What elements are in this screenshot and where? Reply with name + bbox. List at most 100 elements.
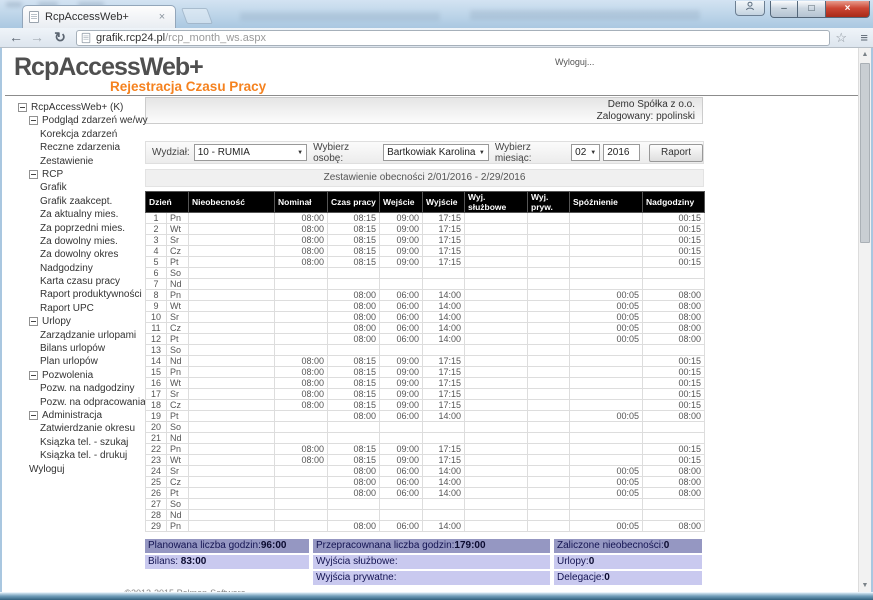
table-row: 10Sr08:0006:0014:0000:0508:00 <box>146 312 705 323</box>
table-cell: 24 <box>146 466 167 477</box>
sidebar-item[interactable]: RCP <box>2 168 144 181</box>
department-select[interactable]: 10 - RUMIA ▼ <box>194 144 307 161</box>
collapse-minus-icon[interactable] <box>29 170 38 179</box>
table-cell: 21 <box>146 433 167 444</box>
table-row: 29Pn08:0006:0014:0000:0508:00 <box>146 521 705 532</box>
table-cell: 14:00 <box>423 477 465 488</box>
sidebar-item[interactable]: Pozw. na odpracowania <box>2 396 144 409</box>
browser-tab[interactable]: RcpAccessWeb+ × <box>22 5 176 28</box>
page-viewport: RcpAccessWeb+ Rejestracja Czasu Pracy Wy… <box>2 48 871 592</box>
sidebar-item[interactable]: Zatwierdzanie okresu <box>2 422 144 435</box>
collapse-minus-icon[interactable] <box>29 411 38 420</box>
address-bar[interactable]: grafik.rcp24.pl/rcp_month_ws.aspx <box>76 30 830 46</box>
sidebar-item[interactable]: RcpAccessWeb+ (K) <box>2 101 144 114</box>
sidebar-item[interactable]: Raport UPC <box>2 302 144 315</box>
bookmark-star-icon[interactable]: ☆ <box>835 29 847 47</box>
table-cell: 08:00 <box>275 224 328 235</box>
table-cell <box>189 224 275 235</box>
sidebar-item-label: Ksiązka tel. - drukuj <box>2 450 127 461</box>
sidebar-item[interactable]: Bilans urlopów <box>2 342 144 355</box>
forward-button[interactable]: → <box>27 28 47 47</box>
table-cell <box>275 334 328 345</box>
table-cell: 06:00 <box>380 334 423 345</box>
column-header: Dzień <box>146 192 189 213</box>
sidebar-item[interactable]: Zarządzanie urlopami <box>2 329 144 342</box>
menu-icon[interactable]: ≡ <box>860 29 868 47</box>
browser-titlebar[interactable]: RcpAccessWeb+ × – □ × <box>0 0 873 28</box>
table-row: 1Pn08:0008:1509:0017:1500:15 <box>146 213 705 224</box>
table-cell: Pn <box>167 290 189 301</box>
new-tab-button[interactable] <box>181 8 213 24</box>
table-row: 7Nd <box>146 279 705 290</box>
close-button[interactable]: × <box>826 1 870 18</box>
table-cell <box>643 433 705 444</box>
table-cell <box>189 499 275 510</box>
table-cell <box>380 510 423 521</box>
sidebar-item[interactable]: Raport produktywności <box>2 288 144 301</box>
table-cell <box>380 279 423 290</box>
scrollbar-thumb[interactable] <box>860 63 870 243</box>
year-input[interactable]: 2016 <box>603 144 640 161</box>
sidebar-item[interactable]: Ksiązka tel. - drukuj <box>2 449 144 462</box>
table-cell <box>275 477 328 488</box>
table-cell: Nd <box>167 510 189 521</box>
logout-link[interactable]: Wyloguj... <box>555 57 594 67</box>
raport-button[interactable]: Raport <box>649 144 703 162</box>
table-row: 27So <box>146 499 705 510</box>
scroll-down-icon[interactable]: ▼ <box>859 579 871 592</box>
profile-button[interactable] <box>735 1 765 16</box>
sidebar-item[interactable]: Zestawienie <box>2 155 144 168</box>
sidebar-item[interactable]: Nadgodziny <box>2 262 144 275</box>
table-cell: 00:05 <box>570 477 643 488</box>
sidebar-item[interactable]: Korekcja zdarzeń <box>2 128 144 141</box>
table-cell: 00:15 <box>643 213 705 224</box>
sidebar-item[interactable]: Wyloguj <box>2 463 144 476</box>
person-select[interactable]: Bartkowiak Karolina ▼ <box>383 144 489 161</box>
table-cell: 06:00 <box>380 521 423 532</box>
collapse-minus-icon[interactable] <box>29 116 38 125</box>
table-cell: 08:15 <box>328 257 380 268</box>
window-controls: – □ × <box>770 1 870 18</box>
sidebar-item[interactable]: Administracja <box>2 409 144 422</box>
sidebar-item[interactable]: Urlopy <box>2 315 144 328</box>
sidebar-item[interactable]: Pozw. na nadgodziny <box>2 382 144 395</box>
sidebar-item[interactable]: Za dowolny mies. <box>2 235 144 248</box>
back-button[interactable]: ← <box>6 28 26 47</box>
collapse-minus-icon[interactable] <box>29 317 38 326</box>
sidebar-item[interactable]: Podgląd zdarzeń we/wy <box>2 114 144 127</box>
scroll-up-icon[interactable]: ▲ <box>859 48 871 61</box>
sidebar-item[interactable]: Karta czasu pracy <box>2 275 144 288</box>
collapse-minus-icon[interactable] <box>18 103 27 112</box>
table-cell: 06:00 <box>380 290 423 301</box>
table-cell <box>465 477 528 488</box>
table-cell: 09:00 <box>380 224 423 235</box>
sidebar-item[interactable]: Za aktualny mies. <box>2 208 144 221</box>
browser-window: RcpAccessWeb+ × – □ × ← → ↻ grafik.rcp24… <box>0 0 873 600</box>
sidebar-item[interactable]: Ksiązka tel. - szukaj <box>2 436 144 449</box>
reload-button[interactable]: ↻ <box>50 28 70 47</box>
sidebar-item[interactable]: Grafik zaakcept. <box>2 195 144 208</box>
sidebar-item[interactable]: Reczne zdarzenia <box>2 141 144 154</box>
collapse-minus-icon[interactable] <box>29 371 38 380</box>
sidebar-item[interactable]: Grafik <box>2 181 144 194</box>
sidebar-item[interactable]: Plan urlopów <box>2 355 144 368</box>
table-cell <box>465 257 528 268</box>
tab-close-icon[interactable]: × <box>155 11 169 23</box>
month-select[interactable]: 02 ▼ <box>571 144 600 161</box>
table-cell: 08:00 <box>328 290 380 301</box>
table-cell: 06:00 <box>380 477 423 488</box>
table-cell: 08:15 <box>328 356 380 367</box>
page-scrollbar[interactable]: ▲ ▼ <box>858 48 871 592</box>
minimize-button[interactable]: – <box>770 1 798 18</box>
table-cell <box>570 433 643 444</box>
summary-cell: Zaliczone nieobecności:0 <box>554 539 702 553</box>
sidebar-item-label: Raport UPC <box>2 303 94 314</box>
column-header: Nadgodziny <box>643 192 705 213</box>
sidebar-item[interactable]: Za poprzedni mies. <box>2 222 144 235</box>
table-cell: Nd <box>167 279 189 290</box>
table-cell <box>643 499 705 510</box>
sidebar-item-label: Korekcja zdarzeń <box>2 129 117 140</box>
sidebar-item[interactable]: Pozwolenia <box>2 369 144 382</box>
sidebar-item[interactable]: Za dowolny okres <box>2 248 144 261</box>
maximize-button[interactable]: □ <box>798 1 826 18</box>
